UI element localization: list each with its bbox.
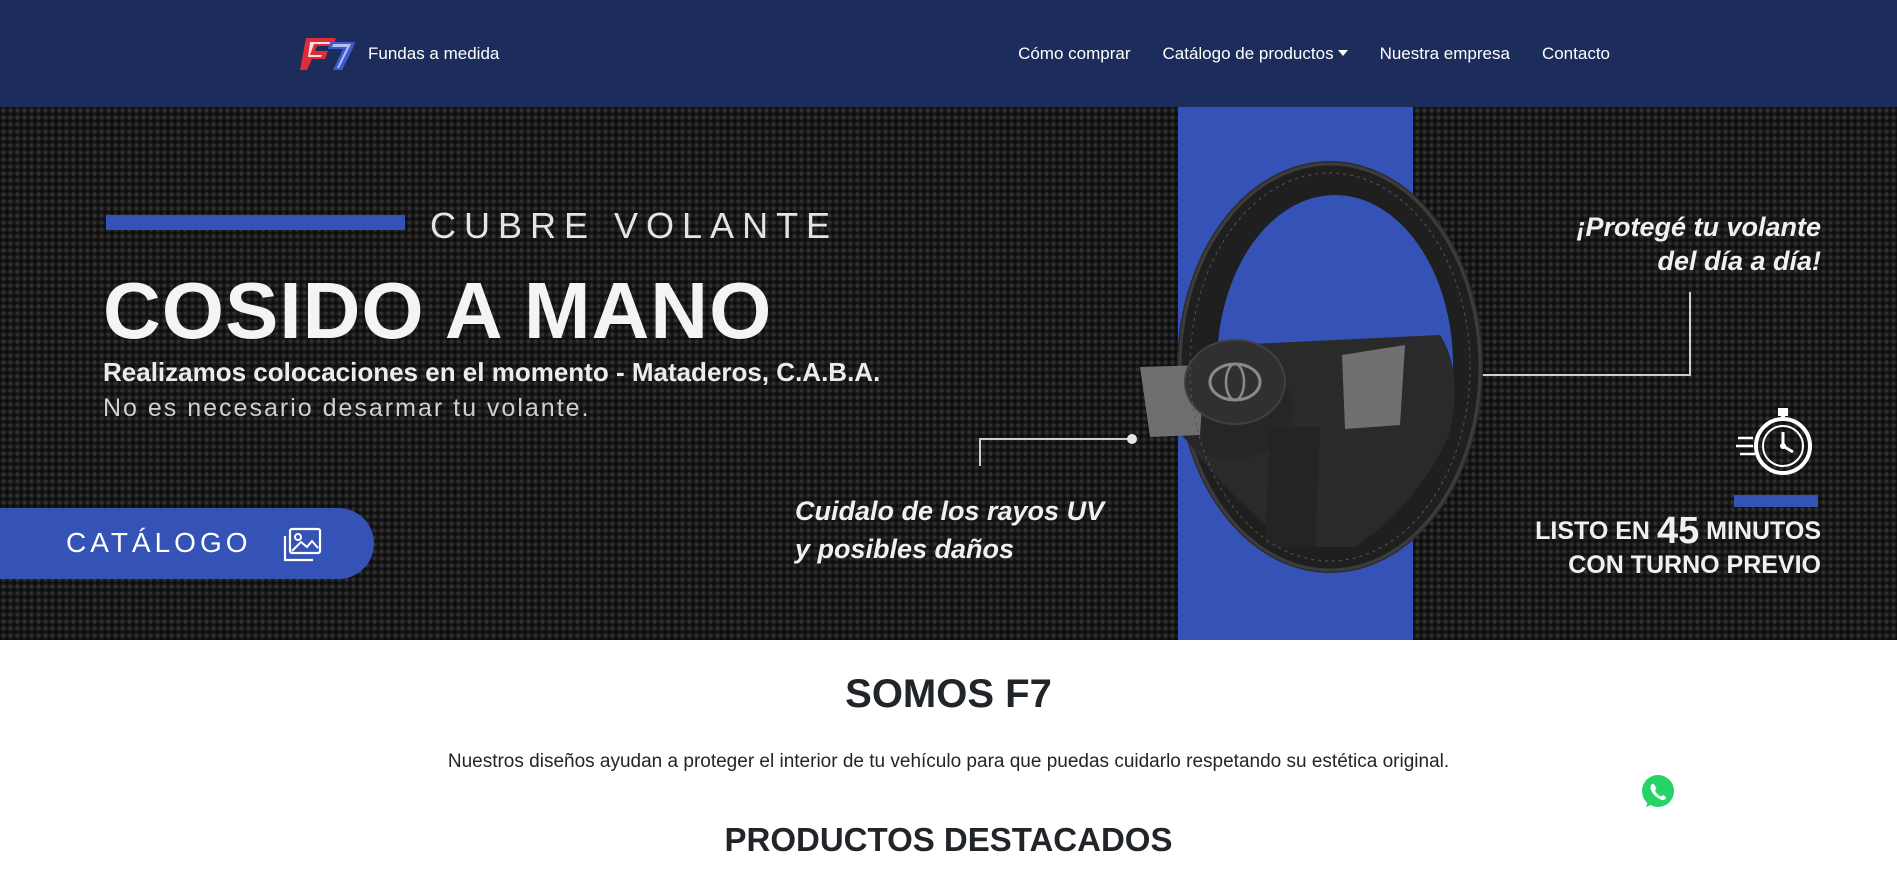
uv-line-1: Cuidalo de los rayos UV [795,496,1105,526]
ready-time-text: LISTO EN 45 MINUTOS CON TURNO PREVIO [1535,512,1821,582]
ready-post: MINUTOS [1706,517,1821,545]
subtitle-accent-bar [106,215,405,230]
protect-text: ¡Protegé tu volante del día a día! [1576,210,1821,278]
navbar: Fundas a medida Cómo comprar Catálogo de… [0,0,1897,107]
hero-subtitle: CUBRE VOLANTE [430,205,839,246]
caret-down-icon [1337,49,1348,56]
nav-como-comprar[interactable]: Cómo comprar [1018,44,1130,64]
ready-line-2: CON TURNO PREVIO [1568,551,1821,579]
catalog-button-label: CATÁLOGO [66,527,252,558]
nav-catalogo-label: Catálogo de productos [1162,43,1334,63]
hero-note-text: No es necesario desarmar tu volante. [103,394,591,422]
timer-accent-bar [1734,495,1818,507]
main-nav: Cómo comprar Catálogo de productos Nuest… [1018,0,1610,107]
brand-name: Fundas a medida [368,44,500,63]
hero-location-text: Realizamos colocaciones en el momento - … [103,357,881,387]
stopwatch-icon [1736,408,1812,475]
nav-contacto[interactable]: Contacto [1542,44,1610,64]
nav-nuestra-empresa[interactable]: Nuestra empresa [1380,44,1510,64]
ready-line-1: LISTO EN 45 MINUTOS [1535,512,1821,550]
whatsapp-icon[interactable] [1640,774,1676,810]
hero-banner[interactable]: CUBRE VOLANTE COSIDO A MANO Realizamos c… [0,107,1897,640]
brand-link[interactable]: Fundas a medida [300,36,499,72]
ready-number: 45 [1656,510,1700,552]
image-gallery-icon [283,527,322,562]
about-heading: SOMOS F7 [845,672,1052,716]
protect-line-1: ¡Protegé tu volante [1576,212,1821,242]
f7-logo-icon [300,38,355,70]
ready-pre: LISTO EN [1535,517,1650,545]
protect-line-2: del día a día! [1657,246,1821,276]
hero-title: COSIDO A MANO [103,266,773,355]
uv-protection-text: Cuidalo de los rayos UV y posibles daños [795,492,1104,568]
uv-line-2: y posibles daños [795,534,1015,564]
about-description: Nuestros diseños ayudan a proteger el in… [447,751,1450,772]
nav-catalogo-dropdown[interactable]: Catálogo de productos [1163,44,1348,64]
catalog-button[interactable]: CATÁLOGO [0,508,374,579]
featured-products-heading: PRODUCTOS DESTACADOS [724,821,1173,858]
